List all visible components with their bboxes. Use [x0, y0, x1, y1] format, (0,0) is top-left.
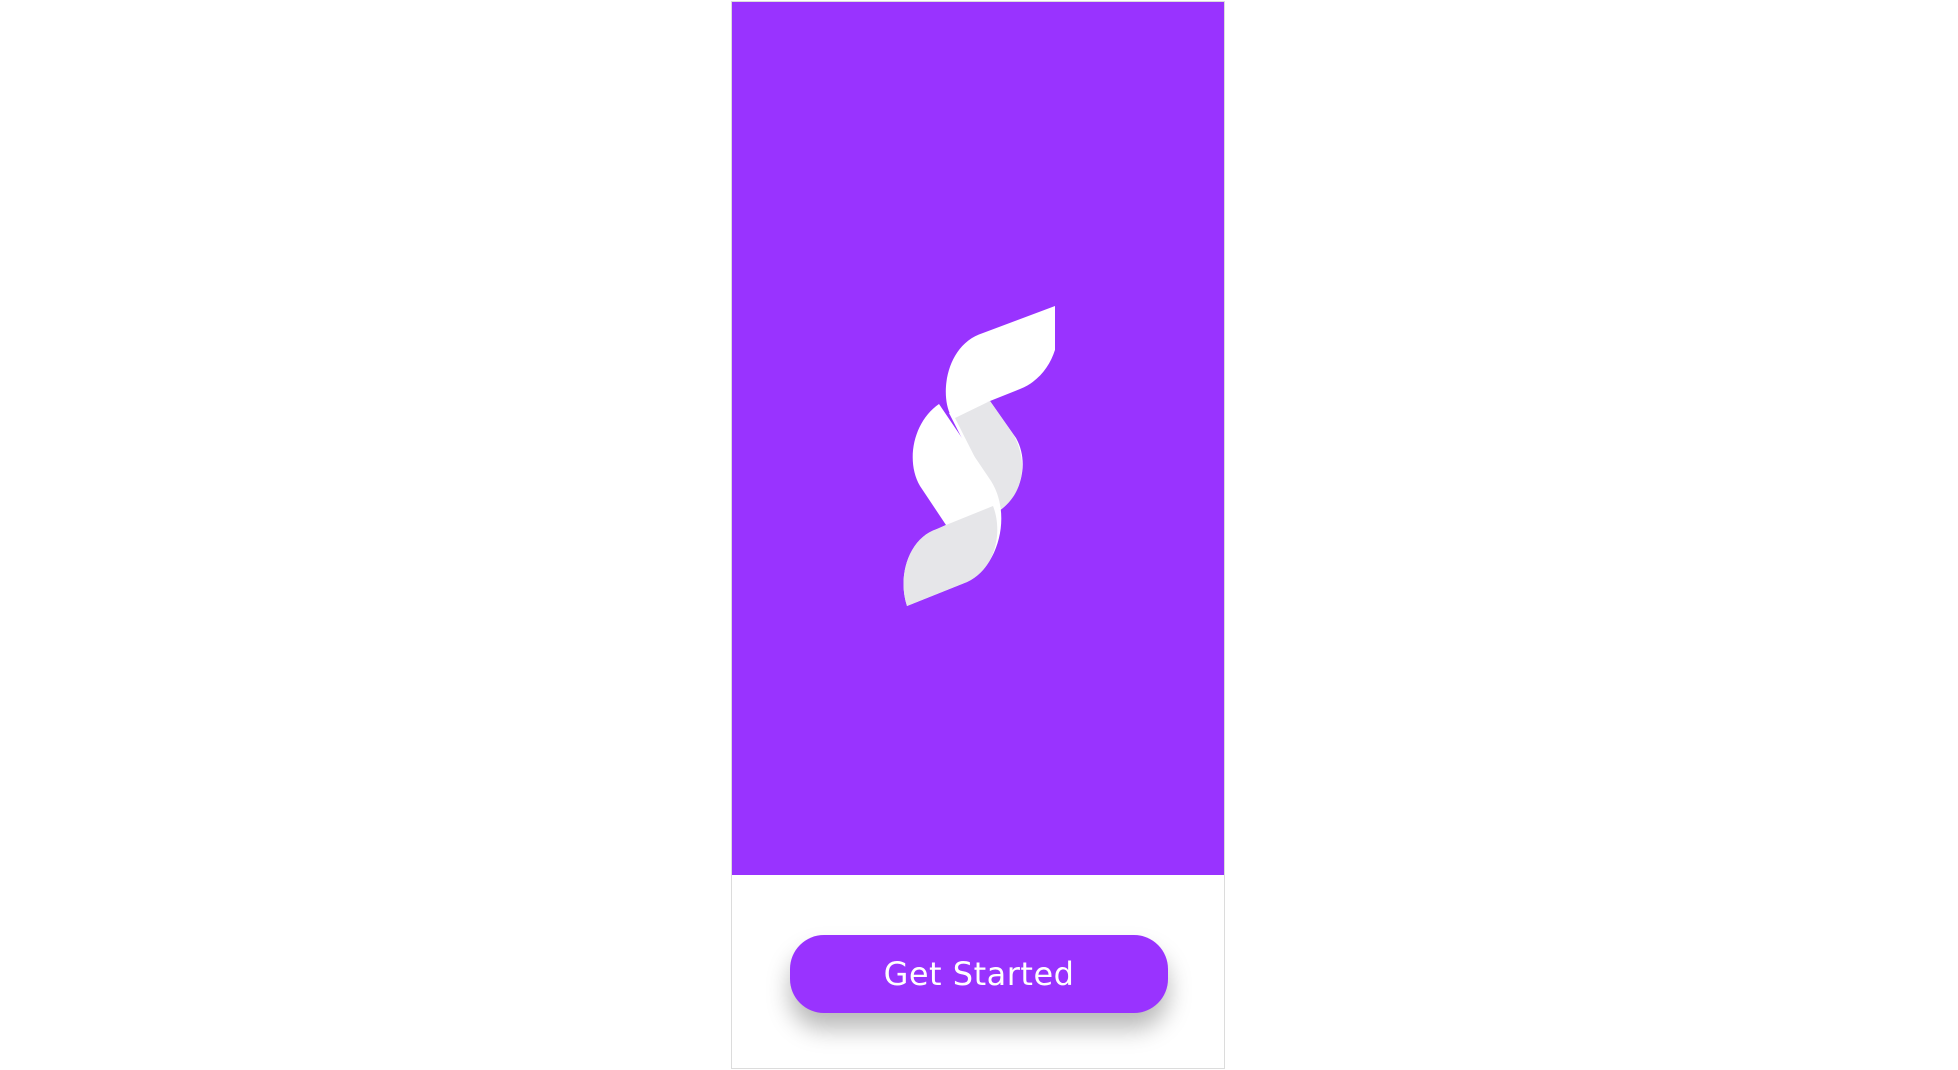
logo-leaf-top-white: [945, 306, 1055, 416]
get-started-button[interactable]: Get Started: [790, 935, 1168, 1013]
splash-panel: [732, 2, 1224, 875]
brand-s-logo-icon: [903, 306, 1055, 611]
mobile-screen: Get Started: [731, 1, 1225, 1069]
bottom-action-area: Get Started: [732, 875, 1224, 1068]
